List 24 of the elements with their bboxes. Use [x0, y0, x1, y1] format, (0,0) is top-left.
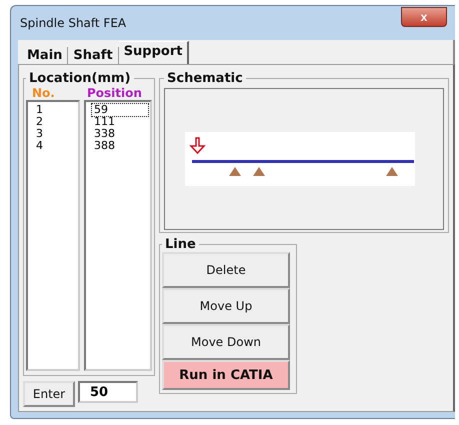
- list-item[interactable]: 2: [34, 116, 76, 128]
- list-item[interactable]: 388: [92, 140, 148, 152]
- number-list[interactable]: 1 2 3 4: [26, 100, 80, 371]
- list-item[interactable]: 4: [34, 140, 76, 152]
- value-field[interactable]: 50: [78, 381, 138, 403]
- run-button[interactable]: Run in CATIA: [162, 360, 290, 390]
- column-header: Position: [87, 86, 142, 100]
- list-item[interactable]: 111: [92, 116, 148, 128]
- group-title: Location(mm): [28, 71, 132, 86]
- list-item[interactable]: 338: [92, 128, 148, 140]
- list-item[interactable]: 3: [34, 128, 76, 140]
- action-button[interactable]: Delete: [162, 252, 290, 288]
- column-header: No.: [31, 86, 56, 100]
- close-button[interactable]: x: [401, 7, 447, 27]
- window-title: Spindle Shaft FEA: [19, 16, 126, 30]
- enter-button[interactable]: Enter: [23, 381, 75, 407]
- action-button[interactable]: Move Up: [162, 288, 290, 324]
- group-title: Schematic: [166, 71, 244, 86]
- list-item[interactable]: 59: [92, 104, 148, 116]
- action-button[interactable]: Move Down: [162, 324, 290, 360]
- list-item[interactable]: 1: [34, 104, 76, 116]
- position-list[interactable]: 59 111 338 388: [84, 100, 152, 371]
- group-title: Line: [164, 237, 197, 252]
- tab[interactable]: Support: [118, 41, 190, 64]
